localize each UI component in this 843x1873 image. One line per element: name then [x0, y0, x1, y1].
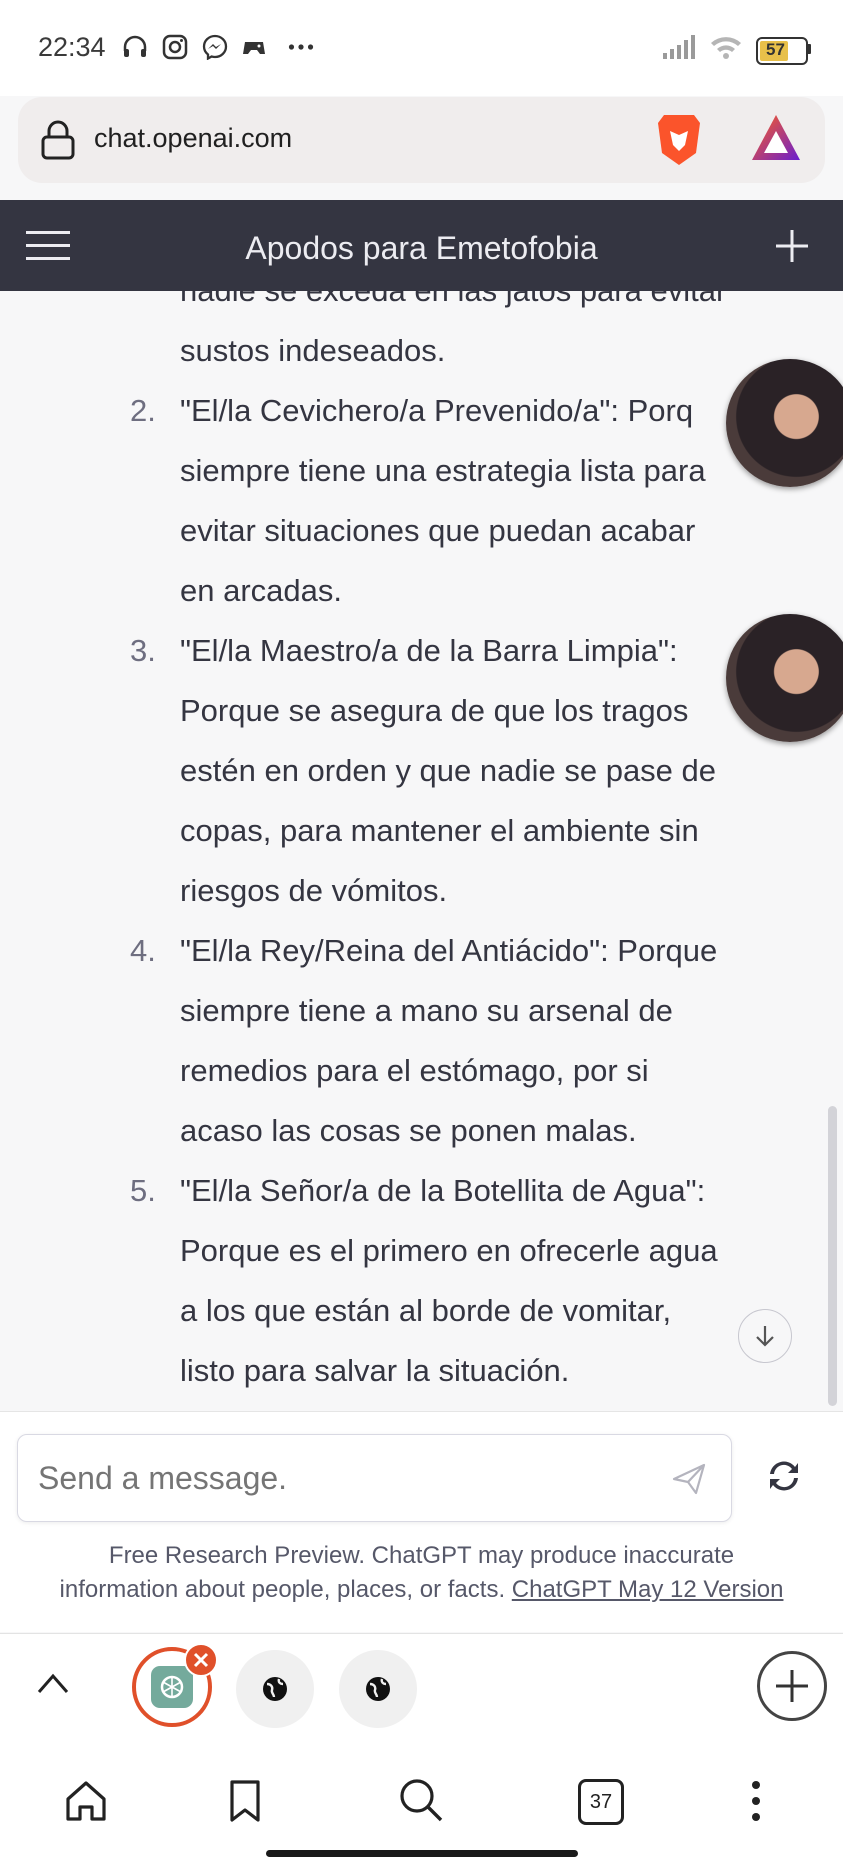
tab-count-button[interactable]: 37: [578, 1779, 624, 1825]
list-number: 5.: [130, 1173, 156, 1208]
message-line: "El/la Cevichero/a Prevenido/a": Porq: [180, 393, 694, 428]
new-chat-plus-icon[interactable]: [774, 228, 810, 264]
message-line: "El/la Rey/Reina del Antiácido": Porque: [180, 933, 718, 968]
battery-icon: 57: [756, 37, 808, 65]
messenger-icon: [202, 34, 228, 60]
message-line: siempre tiene una estrategia lista para: [180, 453, 706, 488]
disclaimer-text: information about people, places, or fac…: [59, 1576, 512, 1603]
list-number: 2.: [130, 393, 156, 428]
message-line: evitar situaciones que puedan acabar: [180, 513, 696, 548]
regenerate-icon[interactable]: [764, 1456, 804, 1496]
message-line: nadie se exceda en las jatos para evitar: [180, 291, 726, 309]
more-notifications-icon: [288, 44, 314, 50]
address-bar[interactable]: chat.openai.com: [18, 97, 825, 183]
chat-header: Apodos para Emetofobia: [0, 200, 843, 291]
signal-icon: [663, 35, 695, 59]
conversation-title: Apodos para Emetofobia: [245, 230, 598, 266]
chat-head-avatar[interactable]: [726, 359, 843, 487]
tab-website[interactable]: [236, 1650, 314, 1728]
status-time: 22:34: [38, 32, 106, 62]
home-indicator[interactable]: [266, 1850, 578, 1857]
scroll-to-bottom-button[interactable]: [738, 1309, 792, 1363]
lock-icon[interactable]: [40, 119, 76, 161]
battery-tip: [807, 44, 811, 54]
message-input[interactable]: [36, 1453, 640, 1503]
search-icon[interactable]: [398, 1777, 444, 1823]
chatgpt-logo-icon: [151, 1666, 193, 1708]
close-tab-button[interactable]: [184, 1643, 218, 1677]
message-line: estén en orden y que nadie se pase de: [180, 753, 717, 788]
message-line: "El/la Maestro/a de la Barra Limpia":: [180, 633, 678, 668]
message-line: riesgos de vómitos.: [180, 873, 448, 908]
disclaimer-line-2: information about people, places, or fac…: [0, 1576, 843, 1604]
close-icon: [193, 1652, 209, 1668]
message-line: Porque es el primero en ofrecerle agua: [180, 1233, 718, 1268]
chat-head-avatar[interactable]: [726, 614, 843, 742]
brave-lion-icon[interactable]: [654, 111, 704, 167]
message-line: en arcadas.: [180, 573, 342, 608]
tab-switcher-bar: [0, 1633, 843, 1754]
list-number: 3.: [130, 633, 156, 668]
message-line: a los que están al borde de vomitar,: [180, 1293, 672, 1328]
version-link[interactable]: ChatGPT May 12 Version: [512, 1576, 784, 1603]
url-text[interactable]: chat.openai.com: [94, 123, 292, 154]
status-bar: 22:34 57: [0, 0, 843, 96]
message-line: remedios para el estómago, por si: [180, 1053, 649, 1088]
message-line: siempre tiene a mano su arsenal de: [180, 993, 673, 1028]
chat-message-area[interactable]: nadie se exceda en las jatos para evitar…: [0, 291, 843, 1411]
tab-website[interactable]: [339, 1650, 417, 1728]
bookmark-icon[interactable]: [228, 1779, 262, 1823]
message-line: sustos indeseados.: [180, 333, 446, 368]
message-line: Porque se asegura de que los tragos: [180, 693, 689, 728]
scrollbar[interactable]: [828, 1106, 837, 1406]
new-tab-button[interactable]: [757, 1651, 827, 1721]
instagram-icon: [162, 34, 188, 60]
globe-icon: [263, 1677, 287, 1701]
headphones-icon: [123, 35, 147, 57]
home-icon[interactable]: [64, 1779, 108, 1823]
disclaimer-line-1: Free Research Preview. ChatGPT may produ…: [108, 1542, 735, 1569]
message-line: listo para salvar la situación.: [180, 1353, 570, 1388]
wifi-icon: [711, 37, 741, 59]
list-number: 4.: [130, 933, 156, 968]
globe-icon: [366, 1677, 390, 1701]
message-line: acaso las cosas se ponen malas.: [180, 1113, 637, 1148]
plus-icon: [776, 1670, 808, 1702]
chevron-up-icon[interactable]: [36, 1670, 70, 1696]
game-controller-icon: [243, 42, 265, 54]
send-icon[interactable]: [672, 1463, 706, 1495]
battery-level: 57: [766, 40, 785, 59]
message-box[interactable]: [17, 1434, 732, 1522]
message-line: copas, para mantener el ambiente sin: [180, 813, 699, 848]
more-options-icon[interactable]: [746, 1779, 766, 1823]
composer-area: Free Research Preview. ChatGPT may produ…: [0, 1411, 843, 1632]
brave-rewards-triangle-icon[interactable]: [750, 113, 802, 163]
message-line: "El/la Señor/a de la Botellita de Agua":: [180, 1173, 706, 1208]
arrow-down-icon: [756, 1326, 774, 1347]
